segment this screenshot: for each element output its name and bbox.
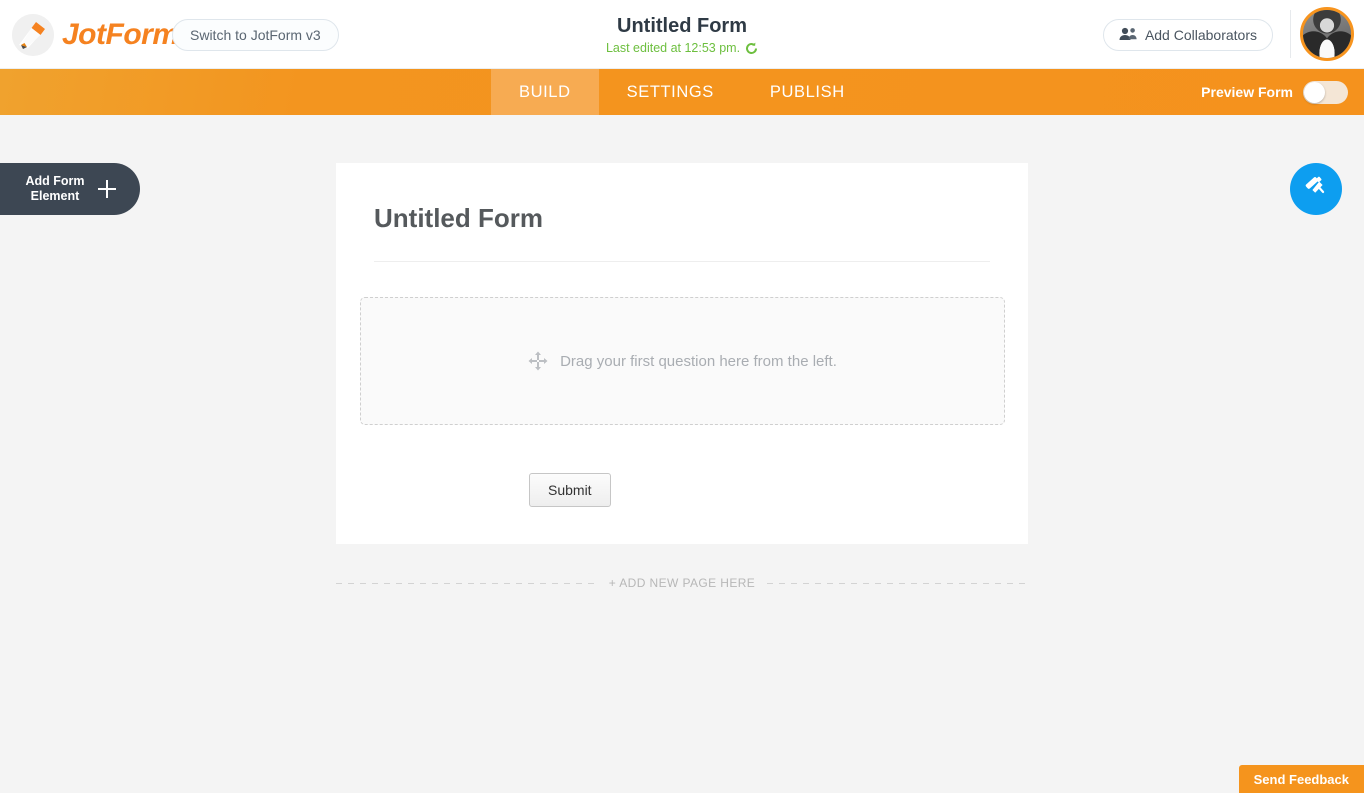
header-divider (1290, 10, 1291, 58)
refresh-icon[interactable] (745, 42, 758, 55)
tab-publish-label: PUBLISH (769, 82, 845, 101)
form-heading[interactable]: Untitled Form (374, 203, 543, 234)
paint-roller-icon (1302, 173, 1330, 206)
dash-line-left (336, 582, 597, 584)
toggle-knob (1304, 81, 1325, 103)
add-collaborators-label: Add Collaborators (1144, 27, 1257, 43)
avatar[interactable] (1300, 7, 1354, 61)
people-icon (1119, 27, 1137, 44)
add-form-element-button[interactable]: Add Form Element (0, 163, 140, 215)
preview-form-toggle[interactable] (1303, 80, 1348, 104)
form-designer-button[interactable] (1290, 163, 1342, 215)
tab-build-label: BUILD (519, 82, 571, 101)
navbar-spacer (0, 69, 491, 115)
avatar-photo (1303, 10, 1351, 58)
preview-form-label: Preview Form (1201, 84, 1293, 100)
send-feedback-label: Send Feedback (1253, 771, 1349, 787)
main-navbar: BUILD SETTINGS PUBLISH Preview Form (0, 69, 1364, 115)
dropzone-text: Drag your first question here from the l… (560, 352, 837, 370)
send-feedback-button[interactable]: Send Feedback (1238, 765, 1364, 793)
add-collaborators-button[interactable]: Add Collaborators (1102, 19, 1273, 51)
page-title[interactable]: Untitled Form (617, 14, 747, 38)
move-arrows-icon (528, 351, 548, 371)
plus-icon (97, 179, 117, 199)
add-new-page-row[interactable]: + ADD NEW PAGE HERE (336, 572, 1029, 594)
add-form-element-line1: Add Form (25, 174, 85, 188)
tab-settings[interactable]: SETTINGS (599, 69, 742, 115)
tab-publish[interactable]: PUBLISH (742, 69, 873, 115)
tab-build[interactable]: BUILD (491, 69, 599, 115)
dash-line-right (767, 582, 1029, 584)
preview-form-control: Preview Form (1201, 69, 1348, 115)
question-dropzone[interactable]: Drag your first question here from the l… (360, 297, 1005, 425)
heading-divider (374, 261, 990, 262)
last-edited-text: Last edited at 12:53 pm. (605, 41, 741, 55)
app-header: JotForm Switch to JotForm v3 Untitled Fo… (0, 0, 1364, 69)
form-canvas-card: Untitled Form Drag your first question h… (336, 163, 1028, 544)
add-form-element-line2: Element (30, 189, 80, 203)
tab-settings-label: SETTINGS (626, 82, 714, 101)
add-new-page-label: + ADD NEW PAGE HERE (608, 576, 756, 590)
add-form-element-label: Add Form Element (21, 174, 89, 204)
submit-button[interactable]: Submit (529, 473, 611, 507)
